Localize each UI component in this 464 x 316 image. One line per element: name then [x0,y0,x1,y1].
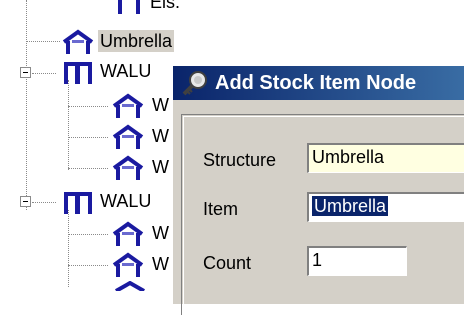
tree-line [32,202,56,203]
rack-icon [64,192,92,214]
umbrella-structure-icon [112,124,144,149]
tree-node-w[interactable]: W [110,154,180,182]
add-stock-item-dialog: Add Stock Item Node Structure Umbrella I… [171,64,464,315]
tree-node-label: Umbrella [98,30,175,52]
tree-line [68,80,69,170]
tree-line [68,168,108,169]
rack-icon [118,0,140,14]
tree-node-label: Eis. [150,0,181,12]
tree-node-w[interactable]: W [110,123,180,151]
umbrella-structure-icon [62,29,94,54]
item-value: Umbrella [312,196,389,216]
item-label: Item [203,199,239,219]
count-value: 1 [312,250,323,270]
minus-box-icon[interactable] [20,196,31,207]
count-input[interactable]: 1 [307,246,407,276]
structure-field: Umbrella [307,143,464,173]
structure-label: Structure [203,150,277,170]
structure-value: Umbrella [312,147,385,167]
tree-node-label: WALU [100,61,152,81]
dialog-titlebar[interactable]: Add Stock Item Node [173,66,464,100]
tree-node-label: W [152,223,169,243]
tree-line [68,210,69,287]
dialog-title: Add Stock Item Node [215,72,417,94]
tree-line [68,234,108,235]
umbrella-structure-icon [112,155,144,180]
tree-node-walu[interactable]: WALU [60,58,180,86]
tree-node-label: W [152,126,169,146]
tree-line [26,41,60,42]
tree-node-w[interactable]: W [110,251,180,279]
tree-view[interactable]: Eis. Umbrella WALU W W W WALU W W [0,0,181,291]
tree-line [26,0,27,210]
tree-node-umbrella[interactable]: Umbrella [60,28,190,56]
tree-node-label: W [152,254,169,274]
tree-node-w[interactable]: W [110,220,180,248]
tree-line [32,73,56,74]
key-magnifier-icon [182,71,207,96]
tree-node-label: W [152,157,169,177]
tree-line [68,106,108,107]
item-input[interactable]: Umbrella [307,192,464,222]
tree-node-walu[interactable]: WALU [60,188,180,216]
tree-node-label: WALU [100,191,152,211]
umbrella-structure-icon [112,93,144,118]
minus-box-icon[interactable] [20,67,31,78]
umbrella-structure-icon [115,281,145,291]
tree-node-w[interactable]: W [110,92,180,120]
count-label: Count [203,253,252,273]
tree-line [68,265,108,266]
rack-icon [64,62,92,84]
tree-line [68,137,108,138]
umbrella-structure-icon [112,252,144,277]
tree-node-label: W [152,95,169,115]
umbrella-structure-icon [112,221,144,246]
